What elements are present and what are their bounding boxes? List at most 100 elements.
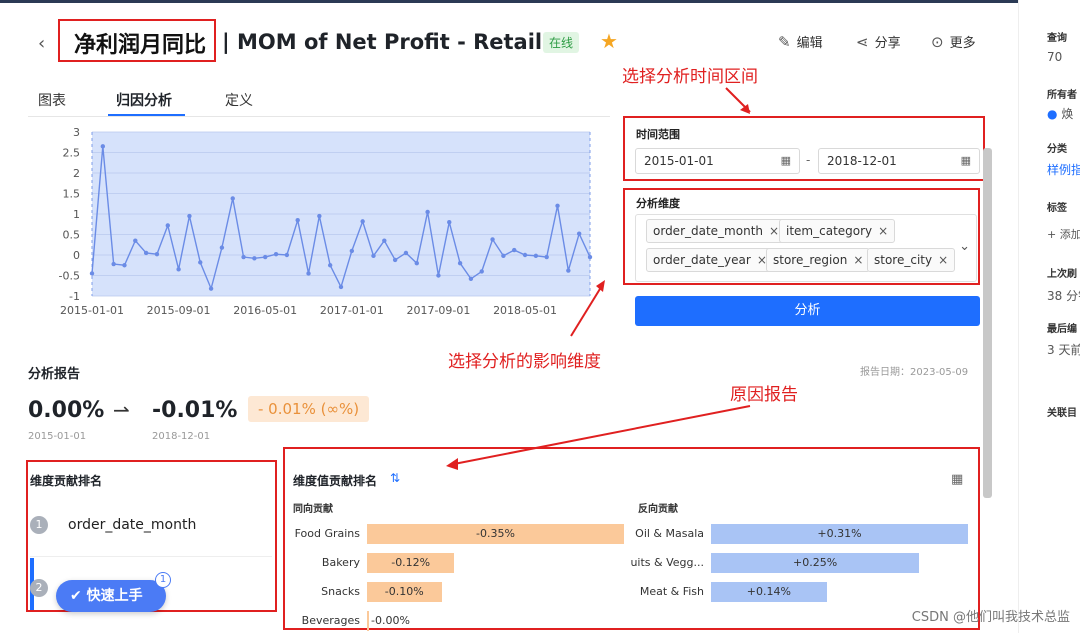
y-tick-label: 1 [73, 208, 80, 221]
tab-definition[interactable]: 定义 [225, 90, 253, 110]
chevron-down-icon[interactable]: ⌄ [959, 239, 970, 254]
data-point [89, 271, 95, 276]
contribution-bar[interactable]: -0.00% [367, 611, 427, 631]
rank-item[interactable]: 1 order_date_month [30, 516, 196, 534]
data-point [544, 254, 549, 260]
data-point [403, 250, 409, 256]
page-title: 净利润月同比 [74, 33, 207, 58]
share-icon: ⋖ [856, 33, 869, 51]
change-badge: - 0.01% (∞%) [248, 396, 370, 422]
data-point [154, 251, 160, 257]
annotation-arrow-1 [725, 87, 751, 114]
contribution-bar[interactable]: +0.31% [711, 524, 968, 544]
share-button[interactable]: ⋖ 分享 [856, 32, 901, 51]
data-point [241, 254, 246, 260]
y-tick-label: 2.5 [63, 147, 81, 160]
last-refresh-value: 38 分钟 [1047, 289, 1080, 303]
data-point [111, 261, 116, 267]
start-date-input[interactable]: 2015-01-01 ▦ [635, 148, 800, 174]
end-date-input[interactable]: 2018-12-01 ▦ [818, 148, 980, 174]
favorite-star-icon[interactable]: ★ [600, 29, 618, 53]
more-button[interactable]: ⊙ 更多 [931, 32, 976, 51]
dimensions-select[interactable]: order_date_month × item_category × order_d… [635, 214, 977, 282]
related-label: 关联目 [1047, 408, 1077, 419]
check-circle-icon: ✔ [70, 588, 82, 604]
data-point [100, 144, 106, 149]
report-date: 报告日期：2023-05-09 [860, 367, 969, 378]
contribution-bar[interactable]: +0.25% [711, 553, 920, 573]
tab-attribution[interactable]: 归因分析 [116, 90, 172, 110]
bar-label: Meat & Fish [639, 585, 704, 598]
arrow-icon: ⇀ [113, 398, 130, 422]
positive-label: 同向贡献 [293, 504, 333, 515]
quick-start-badge: 1 [155, 572, 171, 588]
data-point [349, 248, 355, 254]
data-point [187, 213, 192, 219]
data-point [306, 271, 311, 276]
data-point [122, 263, 127, 268]
scrollbar[interactable] [983, 148, 992, 498]
bar-label: Bakery [321, 556, 360, 569]
x-tick-label: 2018-05-01 [493, 304, 557, 317]
data-point [371, 253, 376, 259]
y-tick-label: 0.5 [63, 229, 81, 242]
tab-divider [28, 116, 610, 117]
analyze-button[interactable]: 分析 [635, 296, 980, 326]
quick-start-button[interactable]: ✔ 快速上手 [56, 580, 166, 612]
category-label: 分类 [1047, 144, 1067, 155]
remove-tag-icon[interactable]: × [938, 253, 948, 267]
avatar: ● [1047, 107, 1058, 121]
date-separator: - [806, 153, 811, 167]
start-date: 2015-01-01 [28, 431, 87, 442]
contribution-bar[interactable]: -0.35% [367, 524, 624, 544]
page-title-en: | MOM of Net Profit - Retail [222, 30, 543, 54]
contribution-bar[interactable]: -0.12% [367, 553, 455, 573]
data-point [338, 284, 344, 290]
query-label: 查询 [1047, 33, 1067, 44]
bar-label: Oil & Masala [635, 527, 704, 540]
status-badge: 在线 [543, 32, 580, 53]
x-tick-label: 2015-09-01 [147, 304, 211, 317]
data-point [176, 267, 181, 272]
add-tag-button[interactable]: + 添加 [1047, 226, 1080, 242]
data-point [360, 219, 365, 224]
data-point [501, 253, 506, 259]
tab-chart[interactable]: 图表 [38, 90, 66, 110]
data-point [382, 238, 387, 243]
last-edit-value: 3 天前 [1047, 343, 1080, 357]
dimension-tag: store_region × [766, 248, 871, 272]
data-point [252, 256, 257, 261]
annotation-dimensions: 选择分析的影响维度 [448, 352, 601, 372]
x-tick-label: 2016-05-01 [233, 304, 297, 317]
remove-tag-icon[interactable]: × [853, 253, 863, 267]
back-icon[interactable]: ‹ [38, 33, 45, 54]
end-value: -0.01% [152, 398, 238, 423]
calendar-icon: ▦ [780, 154, 791, 167]
contribution-bar[interactable]: +0.14% [711, 582, 827, 602]
data-point [490, 237, 495, 242]
sort-icon[interactable]: ⇅ [390, 471, 400, 485]
data-point [425, 209, 430, 215]
data-point [457, 261, 463, 266]
data-point [576, 231, 582, 236]
data-point [198, 260, 203, 265]
data-point [273, 251, 279, 257]
last-edit-label: 最后编 [1047, 324, 1077, 335]
data-point [327, 263, 333, 268]
y-tick-label: -0.5 [59, 270, 80, 283]
remove-tag-icon[interactable]: × [878, 224, 888, 238]
annotation-arrow-2 [570, 280, 605, 337]
data-point [447, 220, 452, 225]
table-view-icon[interactable]: ▦ [951, 472, 963, 487]
report-title: 分析报告 [28, 367, 81, 382]
y-tick-label: 3 [73, 126, 80, 139]
data-point [522, 252, 528, 258]
contribution-bar[interactable]: -0.10% [367, 582, 442, 602]
edit-button[interactable]: ✎ 编辑 [778, 32, 823, 51]
remove-tag-icon[interactable]: × [769, 224, 779, 238]
bar-label: Beverages [301, 614, 360, 627]
data-point [143, 250, 149, 256]
line-chart: 3 2.5 2 1.5 1 0.5 0 -0.5 -12015-01-01 2015-09-01 2… [59, 126, 593, 317]
start-value: 0.00% [28, 398, 105, 423]
category-value[interactable]: 样例指 [1047, 161, 1080, 178]
